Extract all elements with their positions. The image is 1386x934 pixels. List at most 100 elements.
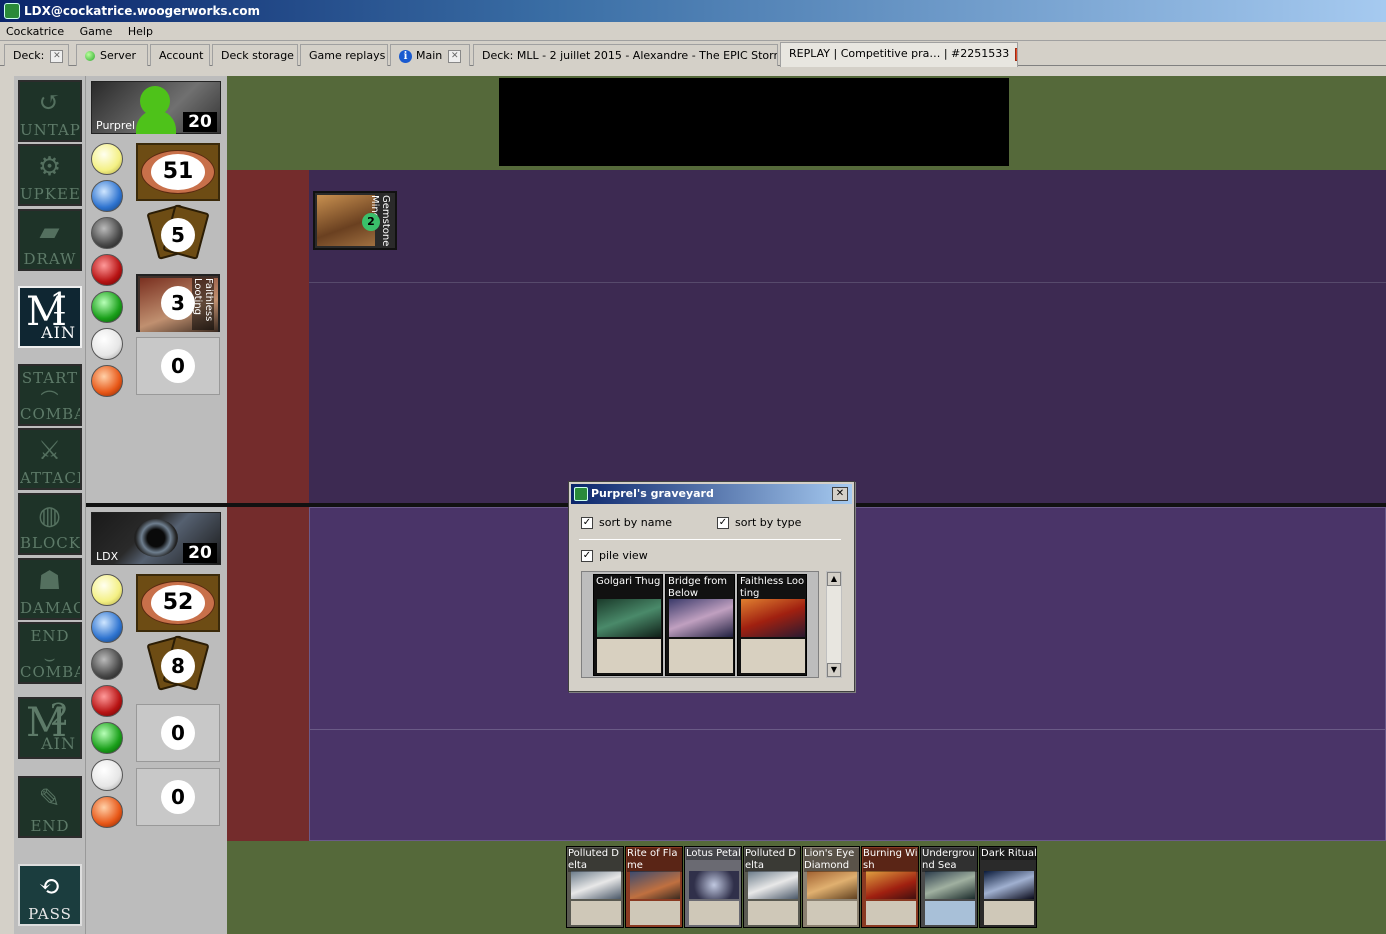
- colorless-mana-counter[interactable]: [91, 328, 123, 360]
- opponent-exile-count: 0: [161, 349, 195, 383]
- red-mana-counter[interactable]: [91, 254, 123, 286]
- opponent-lands-strip[interactable]: [227, 170, 309, 503]
- opponent-avatar[interactable]: Purprel 20: [91, 81, 221, 134]
- card-art: [571, 871, 621, 899]
- dialog-title: Purprel's graveyard: [591, 487, 714, 500]
- opponent-exile[interactable]: 0: [136, 337, 220, 395]
- stack-zone[interactable]: [499, 78, 1009, 166]
- card-text-box: [597, 639, 661, 673]
- pile-view-checkbox[interactable]: ✓ pile view: [581, 549, 648, 562]
- opponent-life[interactable]: 20: [183, 112, 217, 132]
- phase-label: AIN: [41, 323, 76, 342]
- phase-label: PASS: [28, 905, 72, 923]
- dialog-title-bar[interactable]: Purprel's graveyard ✕: [571, 484, 852, 504]
- phase-main1-button[interactable]: M 1 AIN: [18, 286, 82, 348]
- white-mana-counter[interactable]: [91, 143, 123, 175]
- card-counter-badge[interactable]: 2: [362, 213, 380, 231]
- phase-attack-button[interactable]: ⚔ ATTACK: [18, 428, 82, 490]
- close-tab-icon[interactable]: ✕: [50, 49, 64, 63]
- black-mana-counter[interactable]: [91, 648, 123, 680]
- tab-replay-label: REPLAY | Competitive pra… | #2251533: [789, 47, 1010, 60]
- phase-label: COMBAT: [20, 663, 80, 681]
- card-art: [807, 871, 857, 899]
- battlefield-card-gemstone-mine[interactable]: Gemstone Mine 2: [313, 191, 397, 250]
- storm-counter[interactable]: [91, 796, 123, 828]
- colorless-mana-counter[interactable]: [91, 759, 123, 791]
- green-mana-counter[interactable]: [91, 722, 123, 754]
- player-graveyard-count: 0: [161, 716, 195, 750]
- player-name: LDX: [96, 550, 119, 563]
- close-tab-icon[interactable]: ✕: [1015, 47, 1017, 61]
- tab-account[interactable]: Account: [150, 44, 210, 66]
- phase-start-combat-button[interactable]: START⌒COMBAT: [18, 364, 82, 426]
- hand-card[interactable]: Burning Wish: [861, 846, 919, 928]
- sort-by-name-checkbox[interactable]: ✓ sort by name: [581, 516, 672, 529]
- menu-help[interactable]: Help: [122, 22, 159, 41]
- red-mana-counter[interactable]: [91, 685, 123, 717]
- phase-draw-button[interactable]: ▰ DRAW: [18, 209, 82, 271]
- storm-counter[interactable]: [91, 365, 123, 397]
- library-oval: 52: [141, 581, 215, 625]
- tab-replay[interactable]: REPLAY | Competitive pra… | #2251533 ✕: [780, 42, 1018, 67]
- hand-card[interactable]: Polluted Delta: [743, 846, 801, 928]
- green-mana-counter[interactable]: [91, 291, 123, 323]
- phase-block-button[interactable]: ◍ BLOCK: [18, 493, 82, 555]
- graveyard-card-name: Golgari Thug: [596, 576, 661, 587]
- opponent-hand[interactable]: 5: [136, 204, 220, 260]
- tab-game-replays[interactable]: Game replays: [300, 44, 388, 66]
- player-lands-strip[interactable]: [227, 507, 309, 841]
- tab-server[interactable]: Server: [76, 44, 148, 66]
- opponent-graveyard[interactable]: Faithless Looting 3: [136, 274, 220, 332]
- opponent-library[interactable]: 51: [136, 143, 220, 201]
- close-tab-icon[interactable]: ✕: [448, 49, 462, 63]
- hand-card[interactable]: Lion's Eye Diamond: [802, 846, 860, 928]
- phase-end-button[interactable]: ✎ END: [18, 776, 82, 838]
- scroll-down-icon[interactable]: ▼: [827, 663, 841, 677]
- player-exile[interactable]: 0: [136, 768, 220, 826]
- tab-main[interactable]: i Main ✕: [390, 44, 470, 66]
- scroll-up-icon[interactable]: ▲: [827, 572, 841, 586]
- gear-icon: ⚙: [37, 152, 63, 182]
- blue-mana-counter[interactable]: [91, 180, 123, 212]
- hand-card[interactable]: Underground Sea: [920, 846, 978, 928]
- pass-button[interactable]: ⟲ PASS: [18, 864, 82, 926]
- opponent-battlefield[interactable]: Gemstone Mine 2: [309, 170, 1386, 503]
- menu-cockatrice[interactable]: Cockatrice: [0, 22, 70, 41]
- checkbox-checked-icon: ✓: [581, 517, 593, 529]
- player-hand[interactable]: 8: [136, 635, 220, 691]
- player-avatar[interactable]: LDX 20: [91, 512, 221, 565]
- blue-mana-counter[interactable]: [91, 611, 123, 643]
- player-life[interactable]: 20: [183, 543, 217, 563]
- tab-deck-storage[interactable]: Deck storage: [212, 44, 298, 66]
- player-graveyard[interactable]: 0: [136, 704, 220, 762]
- player-library[interactable]: 52: [136, 574, 220, 632]
- tab-deck-editor[interactable]: Deck: MLL - 2 juillet 2015 - Alexandre -…: [473, 44, 778, 66]
- hand-card[interactable]: Dark Ritual: [979, 846, 1037, 928]
- player-exile-count: 0: [161, 780, 195, 814]
- black-mana-counter[interactable]: [91, 217, 123, 249]
- menu-game[interactable]: Game: [74, 22, 119, 41]
- phase-label: END: [30, 627, 70, 645]
- phase-damage-button[interactable]: ☗ DAMAGE: [18, 558, 82, 620]
- graveyard-card[interactable]: Faithless Looting: [737, 574, 807, 676]
- close-icon[interactable]: ✕: [832, 487, 848, 501]
- hand-card[interactable]: Polluted Delta: [566, 846, 624, 928]
- hand-card[interactable]: Rite of Flame: [625, 846, 683, 928]
- untap-arrow-icon: ↺: [38, 88, 62, 118]
- tab-deck-storage-label: Deck storage: [221, 49, 294, 62]
- tab-deck-label: Deck:: [13, 49, 45, 62]
- opponent-library-count: 51: [151, 154, 205, 190]
- phase-upkeep-button[interactable]: ⚙ UPKEEP: [18, 144, 82, 206]
- phase-untap-button[interactable]: ↺ UNTAP: [18, 80, 82, 142]
- sort-by-type-checkbox[interactable]: ✓ sort by type: [717, 516, 801, 529]
- graveyard-card-name: Bridge from Below: [668, 576, 728, 599]
- graveyard-card[interactable]: Golgari Thug: [593, 574, 663, 676]
- checkbox-checked-icon: ✓: [581, 550, 593, 562]
- graveyard-card[interactable]: Bridge from Below: [665, 574, 735, 676]
- white-mana-counter[interactable]: [91, 574, 123, 606]
- phase-main2-button[interactable]: M 2 AIN: [18, 697, 82, 759]
- hand-card[interactable]: Lotus Petal: [684, 846, 742, 928]
- tab-deck[interactable]: Deck: ✕: [4, 44, 69, 66]
- graveyard-scrollbar[interactable]: ▲ ▼: [826, 571, 842, 678]
- phase-end-combat-button[interactable]: END⌣COMBAT: [18, 622, 82, 684]
